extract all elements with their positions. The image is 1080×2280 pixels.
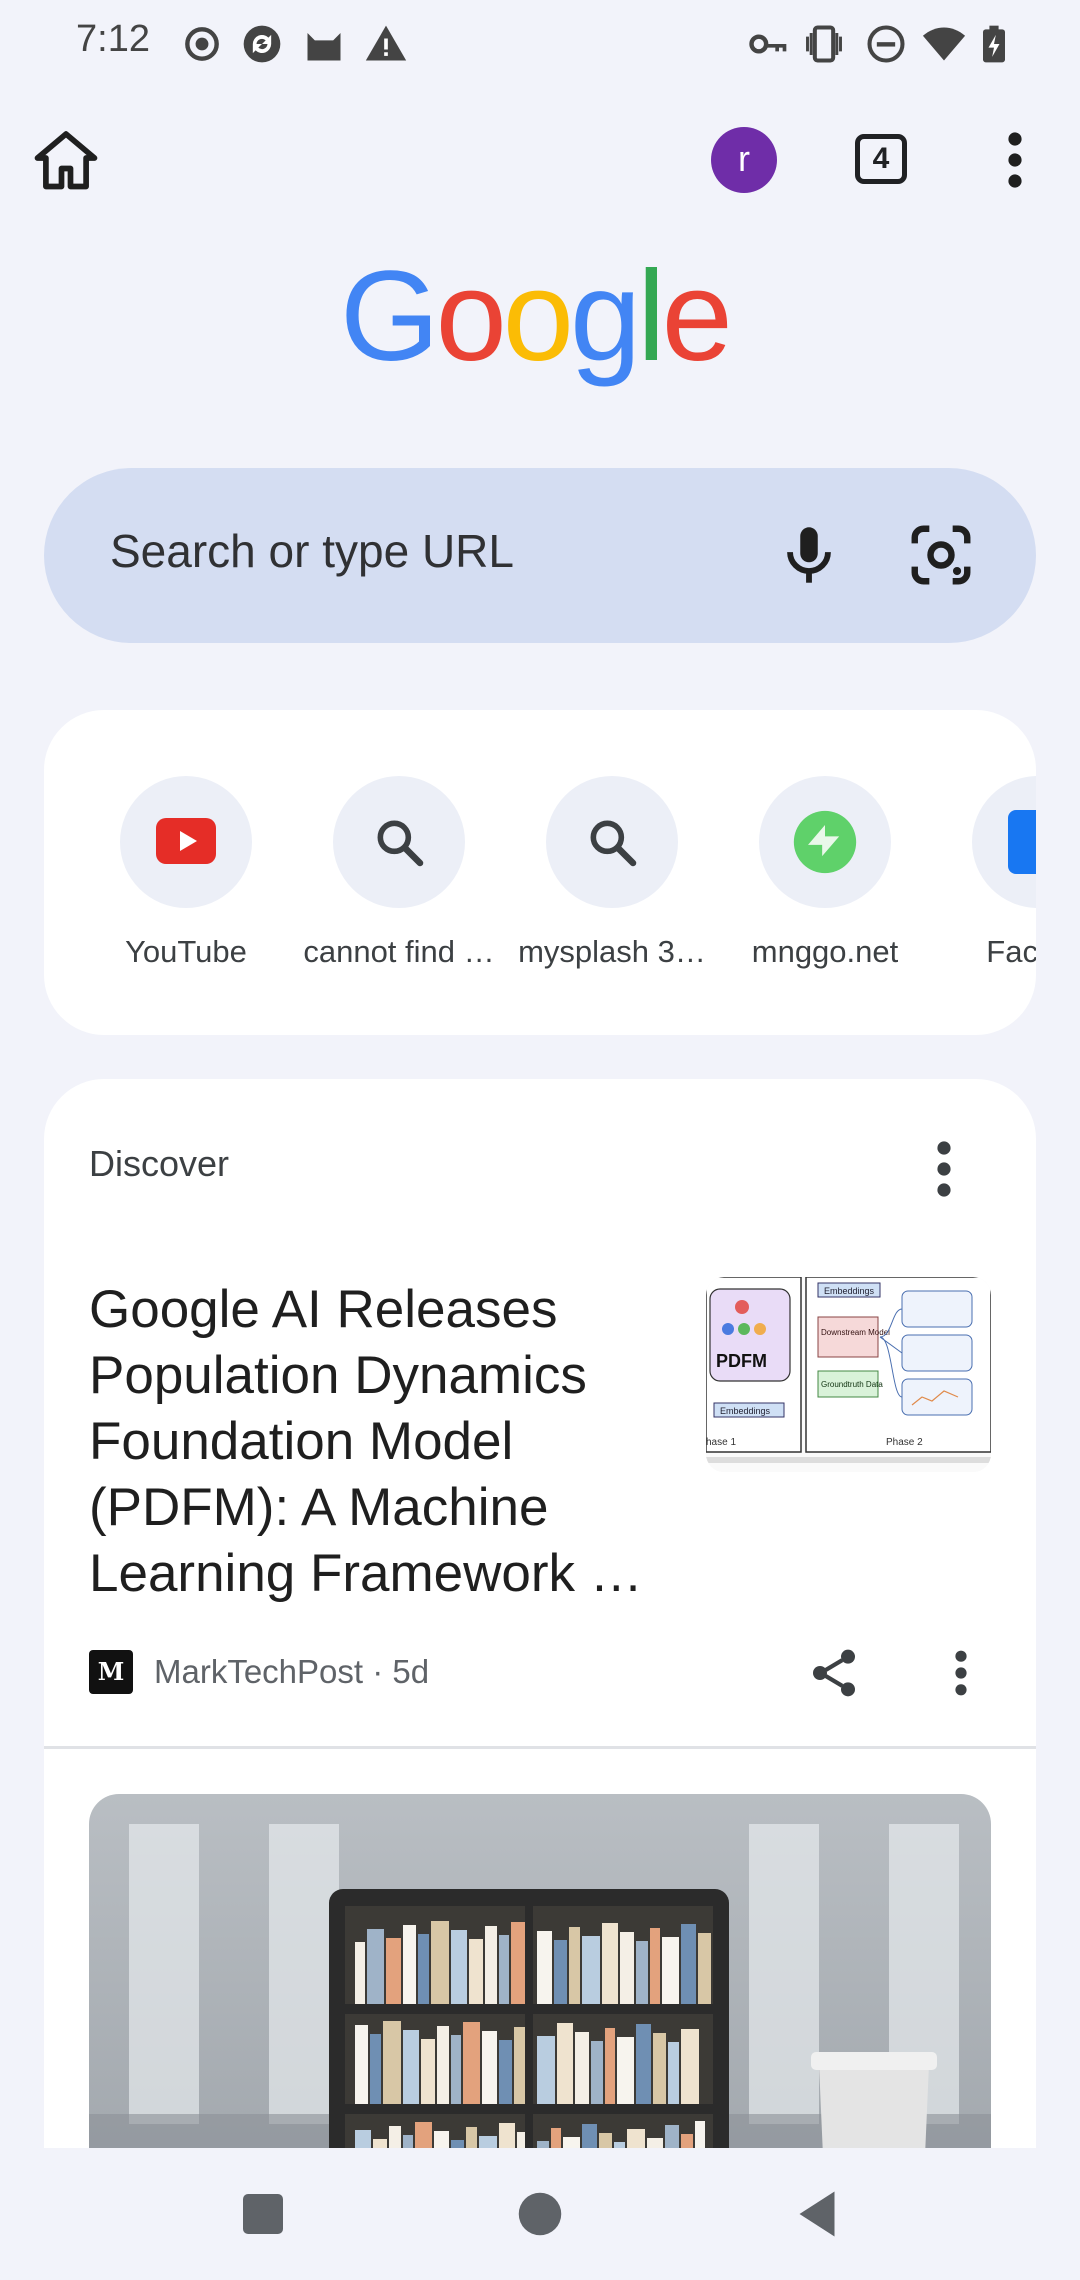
article-headline[interactable]: Google AI Releases Population Dynamics F… (89, 1277, 659, 1607)
account-avatar[interactable]: r (711, 127, 777, 193)
do-not-disturb-icon (867, 25, 905, 63)
status-time: 7:12 (76, 18, 150, 60)
vpn-key-icon (749, 34, 787, 54)
svg-text:Google: Google (340, 250, 729, 388)
source-logo: M (89, 1650, 133, 1694)
google-logo: Google (340, 250, 733, 388)
discover-title: Discover (89, 1143, 230, 1184)
search-input[interactable]: Search or type URL (110, 524, 514, 578)
youtube-icon (120, 776, 252, 908)
article-thumbnail[interactable]: PDFM Embeddings hase 1 Embeddings Downst… (706, 1277, 991, 1472)
thumb-pdfm-label: PDFM (716, 1351, 767, 1371)
voice-search-icon[interactable] (774, 520, 844, 590)
back-button[interactable] (787, 2184, 847, 2244)
shortcut-label: mnggo.net (751, 934, 899, 969)
thumb-embeddings-top: Embeddings (824, 1286, 875, 1296)
shortcut-youtube[interactable]: YouTube (86, 776, 286, 996)
thumb-phase1: hase 1 (706, 1437, 736, 1448)
thumb-embeddings-bottom: Embeddings (720, 1406, 771, 1416)
tab-switcher-button[interactable]: 4 (855, 134, 907, 184)
google-lens-icon[interactable] (906, 520, 976, 590)
wifi-icon (922, 27, 966, 61)
recents-button[interactable] (233, 2184, 293, 2244)
shortcut-search-1[interactable]: cannot find … (299, 776, 499, 996)
thumb-downstream: Downstream Model (821, 1328, 890, 1337)
battery-charging-icon (983, 25, 1005, 63)
omnibox[interactable]: Search or type URL (44, 468, 1036, 643)
shortcut-label: mysplash 3… (518, 934, 706, 969)
search-icon (333, 776, 465, 908)
article-source: MarkTechPost · 5d (154, 1653, 430, 1690)
home-button[interactable] (30, 125, 102, 197)
status-bar: 7:12 (0, 0, 1080, 88)
article-menu-button[interactable] (946, 1645, 976, 1701)
overflow-menu-button[interactable] (1000, 130, 1030, 190)
shortcuts-panel: YouTube cannot find … mysplash 3… mnggo.… (44, 710, 1036, 1035)
share-icon[interactable] (806, 1645, 862, 1701)
feed-divider (44, 1746, 1036, 1749)
system-nav-bar (0, 2148, 1080, 2280)
vibrate-icon (806, 25, 842, 63)
discover-feed: Discover Google AI Releases Population D… (44, 1079, 1036, 2279)
thumb-phase2: Phase 2 (886, 1437, 923, 1448)
mnggo-icon (759, 776, 891, 908)
discover-menu-button[interactable] (929, 1139, 959, 1199)
sync-icon (243, 25, 281, 63)
thumb-groundtruth: Groundtruth Data (821, 1380, 883, 1389)
home-nav-button[interactable] (510, 2184, 570, 2244)
search-icon (546, 776, 678, 908)
shortcut-label: Facebo (986, 934, 1036, 969)
shortcut-label: cannot find … (303, 934, 495, 969)
shortcut-search-2[interactable]: mysplash 3… (512, 776, 712, 996)
cat-icon (307, 33, 341, 61)
shortcut-label: YouTube (125, 934, 247, 969)
shortcut-facebook[interactable]: Facebo (938, 776, 1036, 996)
facebook-icon (972, 776, 1036, 908)
warning-icon (365, 25, 407, 61)
record-icon (185, 27, 219, 61)
shortcut-mnggo[interactable]: mnggo.net (725, 776, 925, 996)
